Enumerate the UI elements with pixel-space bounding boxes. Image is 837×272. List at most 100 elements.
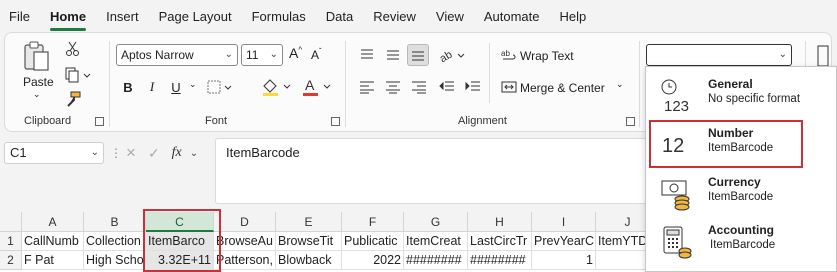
cancel-icon[interactable]: × [126,143,136,163]
align-left-icon[interactable] [357,77,377,97]
font-size-combo[interactable]: 11 ⌄ [241,44,283,66]
underline-button[interactable]: U [165,76,187,98]
cell[interactable]: 1 [532,251,596,270]
cell[interactable]: PrevYearC [532,232,596,251]
cut-icon[interactable] [63,39,83,59]
font-group-label: Font [205,115,228,127]
menu-insert[interactable]: Insert [106,9,139,24]
divider [489,43,490,103]
paste-chevron-icon[interactable]: ⌄ [33,89,41,100]
font-launcher-icon[interactable] [331,117,340,126]
column-header[interactable]: I [532,212,596,232]
menu-home[interactable]: Home [49,9,87,31]
svg-text:ab: ab [438,49,454,63]
wrap-text-icon[interactable]: ab [499,45,519,65]
decrease-indent-icon[interactable] [437,77,457,97]
column-header[interactable]: F [342,212,404,232]
column-header[interactable]: D [214,212,276,232]
align-bottom-icon[interactable] [407,44,429,66]
orientation-icon[interactable]: ab [437,45,467,65]
align-right-icon[interactable] [409,77,429,97]
merge-center-icon[interactable] [499,77,519,97]
format-option-title: Currency [708,175,761,189]
cell[interactable]: 2022 [342,251,404,270]
font-color-icon[interactable]: A [299,75,335,99]
cell[interactable]: BrowseTit [276,232,342,251]
calculator-icon [658,223,694,259]
menu-file[interactable]: File [9,9,30,24]
formula-content: ItemBarcode [226,145,300,160]
excel-window: File Home Insert Page Layout Formulas Da… [0,0,837,272]
cell[interactable]: Collection [84,232,146,251]
paste-icon[interactable] [19,39,55,75]
cell[interactable]: ItemCreat [404,232,468,251]
enter-icon[interactable]: ✓ [148,145,160,162]
align-top-icon[interactable] [357,45,377,65]
merge-center-label[interactable]: Merge & Center [520,81,605,95]
alignment-group-label: Alignment [458,115,507,127]
cell[interactable]: Patterson, [214,251,276,270]
font-name-combo[interactable]: Aptos Narrow ⌄ [116,44,238,66]
align-center-icon[interactable] [383,77,403,97]
column-header[interactable]: B [84,212,146,232]
menu-automate[interactable]: Automate [484,9,540,24]
wrap-text-label[interactable]: Wrap Text [520,49,574,63]
cell[interactable]: Blowback [276,251,342,270]
menu-help[interactable]: Help [560,9,587,24]
format-painter-icon[interactable] [63,89,83,109]
chevron-down-icon: ⌄ [269,49,278,60]
format-option-subtitle: No specific format [708,93,801,105]
cell[interactable]: Publicatic [342,232,404,251]
merge-chevron-icon[interactable]: ⌄ [616,79,624,90]
cell[interactable]: ######## [468,251,532,270]
row-header[interactable]: 1 [0,232,22,251]
cell[interactable]: High Scho [84,251,146,270]
fill-color-icon[interactable] [259,75,295,99]
menu-formulas[interactable]: Formulas [252,9,306,24]
font-name-value: Aptos Narrow [121,48,194,62]
alignment-launcher-icon[interactable] [626,117,635,126]
italic-button[interactable]: I [141,76,163,98]
clipboard-launcher-icon[interactable] [95,117,104,126]
column-header[interactable]: E [276,212,342,232]
format-option-title: Accounting [708,223,774,237]
name-box[interactable]: C1 ⌄ [4,142,104,164]
clock-123-icon: 123 [658,77,694,115]
align-middle-icon[interactable] [383,45,403,65]
cell[interactable]: LastCircTr [468,232,532,251]
insert-function-icon[interactable]: fx [172,145,182,161]
chevron-down-icon[interactable]: ⌄ [190,148,198,159]
format-option-subtitle: ItemBarcode [710,239,776,251]
increase-indent-icon[interactable] [463,77,483,97]
format-option-accounting[interactable]: Accounting ItemBarcode [646,217,836,265]
paste-label[interactable]: Paste [23,75,54,89]
copy-icon[interactable] [63,65,93,85]
menu-review[interactable]: Review [373,9,416,24]
number-format-dropdown: 123 General No specific format 12 Number… [645,66,837,272]
cell[interactable]: F Pat [22,251,84,270]
column-header[interactable]: H [468,212,532,232]
select-all-corner[interactable] [0,212,22,232]
format-option-general[interactable]: 123 General No specific format [646,71,836,119]
cell[interactable]: CallNumb [22,232,84,251]
bold-button[interactable]: B [117,76,139,98]
chevron-down-icon: ⌄ [224,49,233,60]
borders-icon[interactable] [205,77,235,97]
menu-data[interactable]: Data [326,9,353,24]
column-highlight-box [143,209,221,272]
menu-page-layout[interactable]: Page Layout [159,9,232,24]
cell[interactable]: ######## [404,251,468,270]
column-header[interactable]: A [22,212,84,232]
cell[interactable]: BrowseAu [214,232,276,251]
underline-chevron-icon[interactable]: ⌄ [189,79,197,90]
number-format-combo[interactable]: ⌄ [646,44,792,66]
row-header[interactable]: 2 [0,251,22,270]
formula-input[interactable]: ItemBarcode [215,138,647,204]
format-option-currency[interactable]: Currency ItemBarcode [646,169,836,217]
menu-bar: File Home Insert Page Layout Formulas Da… [0,0,837,32]
menu-view[interactable]: View [436,9,464,24]
number-option-highlight-box [649,120,803,168]
decrease-font-icon[interactable]: Aˇ [311,47,322,62]
increase-font-icon[interactable]: A^ [289,45,302,61]
column-header[interactable]: G [404,212,468,232]
